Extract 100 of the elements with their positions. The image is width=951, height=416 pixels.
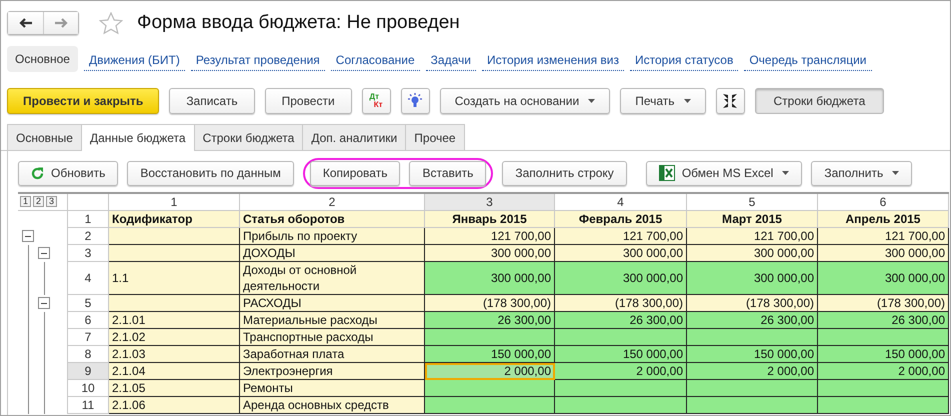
table-cell[interactable] (555, 397, 687, 414)
section-link[interactable]: Очередь трансляции (744, 48, 872, 70)
table-cell[interactable] (555, 329, 687, 346)
table-cell: 2.1.03 (109, 346, 240, 363)
table-cell: 2.1.06 (109, 397, 240, 414)
column-number: 1 (109, 194, 240, 211)
table-cell[interactable]: 121 700,00 (687, 228, 818, 245)
table-cell[interactable]: (178 300,00) (425, 295, 555, 312)
dropdown-button[interactable]: Печать (620, 88, 706, 114)
outline-level-button[interactable]: 2 (33, 196, 44, 207)
dropdown-button[interactable]: Создать на основании (440, 88, 610, 114)
table-cell[interactable] (425, 329, 555, 346)
table-cell[interactable]: (178 300,00) (555, 295, 687, 312)
table-cell[interactable]: 300 000,00 (555, 245, 687, 262)
table-cell[interactable]: 121 700,00 (425, 228, 555, 245)
collapse-toggle[interactable] (38, 247, 50, 259)
section-link[interactable]: Движения (БИТ) (84, 48, 185, 70)
table-cell[interactable] (818, 329, 949, 346)
row-number: 6 (68, 312, 109, 329)
caret-icon (892, 171, 900, 175)
excel-exchange-button[interactable]: Обмен MS Excel (646, 160, 802, 186)
toolbar-button[interactable]: Копировать (310, 160, 400, 186)
toolbar-button[interactable]: Восстановить по данным (127, 160, 294, 186)
tab[interactable]: Основные (7, 124, 82, 150)
section-link[interactable]: Задачи (426, 48, 476, 70)
fill-dropdown-button[interactable]: Заполнить (811, 160, 912, 186)
table-cell[interactable]: 150 000,00 (687, 346, 818, 363)
column-number: 2 (240, 194, 425, 211)
column-header: Кодификатор (109, 211, 240, 228)
table-cell[interactable] (687, 329, 818, 346)
tab[interactable]: Прочее (405, 124, 465, 150)
star-icon[interactable] (99, 12, 123, 34)
toolbar-button[interactable]: Заполнить строку (502, 160, 627, 186)
table-cell[interactable]: 150 000,00 (425, 346, 555, 363)
table-cell[interactable]: 150 000,00 (555, 346, 687, 363)
collapse-button[interactable] (716, 88, 744, 114)
table-cell: Материальные расходы (240, 312, 425, 329)
outline-level-button[interactable]: 1 (20, 196, 31, 207)
table-cell[interactable]: 300 000,00 (425, 245, 555, 262)
back-button[interactable] (8, 12, 43, 34)
toolbar-button[interactable]: Провести (264, 88, 352, 114)
table-cell: Доходы от основной деятельности (240, 262, 425, 295)
post-and-close-button[interactable]: Провести и закрыть (7, 88, 160, 114)
table-cell[interactable] (425, 397, 555, 414)
table-cell[interactable]: 300 000,00 (425, 262, 555, 295)
section-link[interactable]: История статусов (630, 48, 738, 70)
refresh-button[interactable]: Обновить (18, 160, 118, 186)
toolbar-button[interactable]: Записать (169, 88, 255, 114)
table-cell[interactable]: (178 300,00) (687, 295, 818, 312)
lightbulb-button[interactable] (400, 88, 430, 114)
row-number: 3 (68, 245, 109, 262)
caret-icon (588, 99, 596, 103)
table-cell[interactable]: 300 000,00 (555, 262, 687, 295)
table-cell[interactable] (818, 380, 949, 397)
tab[interactable]: Доп. аналитики (302, 124, 406, 150)
row-number: 9 (68, 363, 109, 380)
table-cell: Электроэнергия (240, 363, 425, 380)
table-cell[interactable] (818, 397, 949, 414)
section-link[interactable]: История изменения виз (482, 48, 624, 70)
table-cell[interactable]: 300 000,00 (818, 262, 949, 295)
table-cell[interactable]: 300 000,00 (818, 245, 949, 262)
section-link[interactable]: Основное (7, 46, 78, 72)
table-cell[interactable]: (178 300,00) (818, 295, 949, 312)
table-cell: 2.1.04 (109, 363, 240, 380)
table-cell[interactable]: 300 000,00 (687, 245, 818, 262)
table-cell[interactable]: 26 300,00 (818, 312, 949, 329)
section-link[interactable]: Результат проведения (190, 48, 325, 70)
accounts-button[interactable]: Дт Кт (362, 88, 391, 114)
row-number: 4 (68, 262, 109, 295)
table-cell[interactable]: 121 700,00 (818, 228, 949, 245)
collapse-toggle[interactable] (22, 230, 34, 242)
toolbar-button[interactable]: Строки бюджета (754, 88, 884, 114)
table-cell[interactable]: 26 300,00 (555, 312, 687, 329)
outline-level-button[interactable]: 3 (46, 196, 57, 207)
table-cell[interactable]: 2 000,00 (818, 363, 949, 380)
column-number: 5 (687, 194, 818, 211)
collapse-arrows-icon (722, 93, 738, 109)
table-cell: Транспортные расходы (240, 329, 425, 346)
tab[interactable]: Данные бюджета (80, 124, 195, 151)
tab[interactable]: Строки бюджета (194, 124, 304, 150)
caret-icon (782, 171, 790, 175)
table-cell[interactable]: 2 000,00 (425, 363, 555, 380)
toolbar-button[interactable]: Вставить (409, 160, 486, 186)
table-cell[interactable]: 26 300,00 (425, 312, 555, 329)
column-number: 6 (818, 194, 949, 211)
section-link[interactable]: Согласование (330, 48, 420, 70)
table-cell[interactable] (555, 380, 687, 397)
table-cell: ДОХОДЫ (240, 245, 425, 262)
table-cell[interactable]: 26 300,00 (687, 312, 818, 329)
row-number: 1 (68, 211, 109, 228)
table-cell: 2.1.02 (109, 329, 240, 346)
table-cell[interactable] (687, 380, 818, 397)
table-cell[interactable]: 300 000,00 (687, 262, 818, 295)
table-cell[interactable] (425, 380, 555, 397)
table-cell[interactable]: 121 700,00 (555, 228, 687, 245)
table-cell[interactable]: 2 000,00 (555, 363, 687, 380)
table-cell[interactable] (687, 397, 818, 414)
collapse-toggle[interactable] (38, 297, 50, 309)
table-cell[interactable]: 2 000,00 (687, 363, 818, 380)
table-cell[interactable]: 150 000,00 (818, 346, 949, 363)
